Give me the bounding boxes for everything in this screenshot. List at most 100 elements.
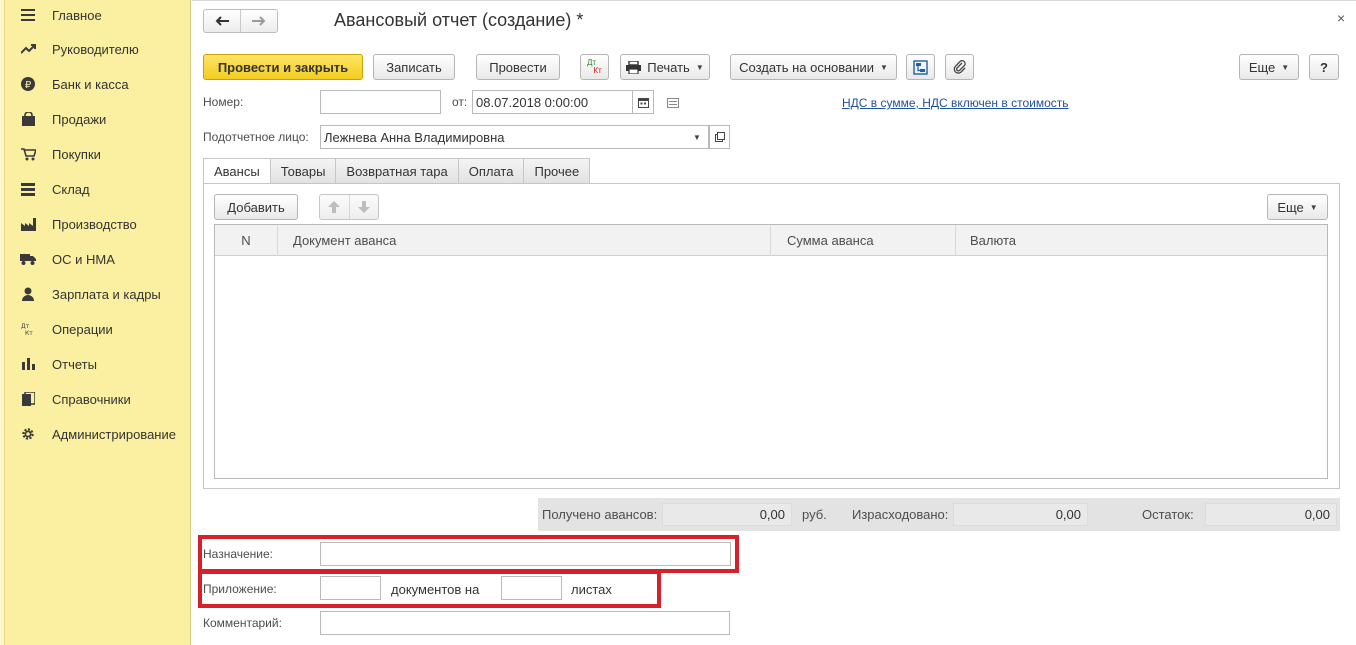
sidebar-item-admin[interactable]: Администрирование [20, 422, 176, 446]
ruble-icon: ₽ [20, 76, 36, 92]
sidebar-item-label: Отчеты [52, 356, 97, 372]
add-button[interactable]: Добавить [214, 194, 298, 220]
sidebar-item-warehouse[interactable]: Склад [20, 177, 90, 201]
person-label: Подотчетное лицо: [203, 130, 309, 144]
totals-bar: Получено авансов: 0,00 руб. Израсходован… [538, 498, 1340, 531]
truck-icon [20, 251, 36, 267]
number-label: Номер: [203, 95, 244, 109]
help-button[interactable]: ? [1309, 54, 1339, 80]
print-label: Печать [647, 59, 690, 75]
chevron-down-icon: ▼ [1309, 202, 1318, 212]
back-button[interactable] [204, 10, 241, 32]
sidebar-item-salary[interactable]: Зарплата и кадры [20, 282, 161, 306]
app-window: Главное Руководителю ₽ Банк и касса Прод… [0, 0, 1356, 645]
bag-icon [20, 111, 36, 127]
arrow-right-icon [252, 16, 266, 26]
vat-link[interactable]: НДС в сумме, НДС включен в стоимость [842, 96, 1069, 110]
top-divider [192, 0, 1356, 1]
tab-advances[interactable]: Авансы [203, 158, 271, 184]
sidebar-strip [0, 0, 5, 645]
date-field[interactable]: 08.07.2018 0:00:00 [472, 90, 633, 114]
attach-files-button[interactable] [945, 54, 974, 80]
balance-label: Остаток: [1142, 507, 1194, 522]
spent-label: Израсходовано: [852, 507, 949, 522]
tab-returnable-containers[interactable]: Возвратная тара [336, 158, 459, 184]
structure-icon [913, 59, 928, 75]
received-value: 0,00 [662, 503, 792, 526]
more-label: Еще [1277, 199, 1304, 215]
warehouse-icon [20, 181, 36, 197]
structure-button[interactable] [906, 54, 935, 80]
close-icon[interactable]: × [1337, 10, 1345, 26]
svg-text:Дт: Дт [21, 323, 30, 330]
print-button[interactable]: Печать ▼ [620, 54, 710, 80]
highlight-attachment [198, 570, 661, 608]
sidebar-item-operations[interactable]: Дт Кт Операции [20, 317, 113, 341]
resize-grip-icon[interactable]: ⋮ [1352, 375, 1356, 386]
received-label: Получено авансов: [542, 507, 658, 522]
printer-icon [626, 60, 642, 74]
more-button[interactable]: Еще ▼ [1239, 54, 1299, 80]
number-history-button[interactable] [667, 96, 679, 111]
arrow-up-icon [328, 201, 341, 213]
page-title: Авансовый отчет (создание) * [334, 10, 584, 30]
comment-field[interactable] [320, 611, 730, 635]
sidebar-item-manager[interactable]: Руководителю [20, 37, 139, 61]
person-open-button[interactable] [709, 125, 730, 149]
move-buttons [319, 194, 379, 220]
column-header-advance-sum[interactable]: Сумма аванса [771, 225, 956, 256]
tab-payment[interactable]: Оплата [458, 158, 525, 184]
chevron-down-icon: ▼ [695, 62, 704, 72]
sidebar-item-label: Покупки [52, 146, 101, 162]
column-header-currency[interactable]: Валюта [956, 225, 1327, 256]
highlight-purpose [198, 535, 739, 573]
sidebar-item-label: ОС и НМА [52, 251, 115, 267]
document-form: Авансовый отчет (создание) * × Провести … [192, 0, 1356, 645]
dt-kt-button[interactable]: Дт Кт [580, 54, 609, 80]
column-header-advance-doc[interactable]: Документ аванса [278, 225, 771, 256]
sidebar-item-label: Производство [52, 216, 137, 232]
history-nav [203, 9, 278, 33]
sidebar-item-catalogs[interactable]: Справочники [20, 387, 131, 411]
sidebar-item-label: Склад [52, 181, 90, 197]
person-field[interactable]: Лежнева Анна Владимировна [320, 125, 709, 149]
spent-value: 0,00 [953, 503, 1088, 526]
post-and-close-button[interactable]: Провести и закрыть [203, 54, 363, 80]
menu-icon [20, 7, 36, 23]
tab-other[interactable]: Прочее [524, 158, 591, 184]
move-up-button[interactable] [320, 195, 350, 219]
calendar-button[interactable] [632, 90, 654, 114]
sidebar-item-bank[interactable]: ₽ Банк и касса [20, 72, 129, 96]
sidebar: Главное Руководителю ₽ Банк и касса Прод… [0, 0, 191, 645]
post-button[interactable]: Провести [476, 54, 560, 80]
tab-goods[interactable]: Товары [270, 158, 337, 184]
chevron-down-icon: ▼ [693, 132, 701, 142]
arrow-left-icon [215, 16, 229, 26]
svg-text:₽: ₽ [25, 80, 32, 91]
sidebar-item-label: Зарплата и кадры [52, 286, 161, 302]
forward-button[interactable] [241, 10, 277, 32]
column-header-n[interactable]: N [215, 225, 278, 256]
paperclip-icon [953, 60, 966, 74]
table-more-button[interactable]: Еще ▼ [1267, 194, 1328, 220]
sidebar-item-assets[interactable]: ОС и НМА [20, 247, 115, 271]
balance-value: 0,00 [1205, 503, 1337, 526]
chevron-down-icon: ▼ [879, 62, 888, 72]
create-based-on-button[interactable]: Создать на основании ▼ [730, 54, 897, 80]
number-field[interactable] [320, 90, 441, 114]
chevron-down-icon: ▼ [1281, 62, 1290, 72]
save-button[interactable]: Записать [373, 54, 455, 80]
sidebar-item-label: Главное [52, 7, 102, 23]
kt-icon: Кт [593, 66, 602, 75]
move-down-button[interactable] [350, 195, 379, 219]
sidebar-item-purchases[interactable]: Покупки [20, 142, 101, 166]
sidebar-item-label: Справочники [52, 391, 131, 407]
open-icon [714, 132, 725, 142]
list-icon [667, 98, 679, 108]
sidebar-item-reports[interactable]: Отчеты [20, 352, 97, 376]
sidebar-item-sales[interactable]: Продажи [20, 107, 106, 131]
sidebar-item-main[interactable]: Главное [20, 3, 102, 27]
factory-icon [20, 216, 36, 232]
sidebar-item-production[interactable]: Производство [20, 212, 137, 236]
person-dropdown-button[interactable]: ▼ [686, 125, 709, 149]
